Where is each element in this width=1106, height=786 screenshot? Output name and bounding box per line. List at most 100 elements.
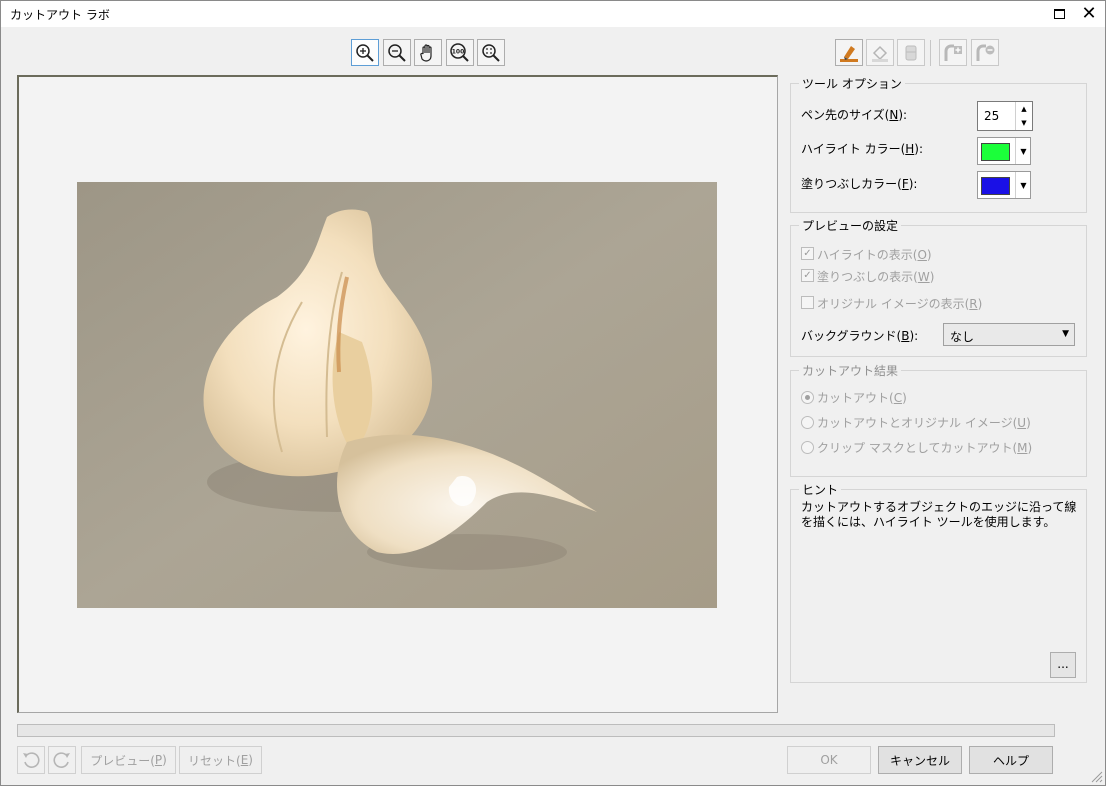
hint-text: カットアウトするオブジェクトのエッジに沿って線を描くには、ハイライト ツールを使…	[801, 500, 1077, 529]
help-button[interactable]: ヘルプ	[969, 746, 1053, 774]
redo-icon	[53, 752, 70, 768]
resize-grip-icon[interactable]	[1089, 769, 1103, 783]
zoom-fit-icon	[482, 43, 500, 62]
title-bar: カットアウト ラボ ✕	[1, 1, 1105, 27]
undo-button[interactable]	[17, 746, 45, 774]
highlight-color-picker[interactable]: ▼	[977, 137, 1031, 165]
clip-mask-key: M	[1017, 441, 1028, 455]
background-key: B	[901, 329, 910, 343]
zoom-out-icon	[388, 43, 406, 62]
fill-bucket-button[interactable]	[866, 39, 894, 66]
close-button[interactable]: ✕	[1074, 1, 1104, 27]
highlighter-icon	[840, 45, 858, 62]
spin-up-button[interactable]: ▲	[1015, 102, 1032, 116]
remove-detail-icon	[976, 44, 995, 61]
zoom-in-button[interactable]	[351, 39, 379, 66]
background-label-text: バックグラウンド(	[801, 329, 902, 343]
eraser-icon	[905, 45, 917, 60]
nib-size-label: ペン先のサイズ(N):	[801, 108, 908, 122]
undo-icon	[23, 752, 40, 768]
highlight-color-key: H	[905, 142, 915, 156]
highlight-color-label-text: ハイライト カラー(	[801, 142, 906, 156]
show-original-label-text: オリジナル イメージの表示(	[817, 297, 970, 311]
pan-hand-icon	[420, 43, 432, 62]
remove-detail-button[interactable]	[971, 39, 999, 66]
svg-text:100: 100	[452, 48, 465, 55]
preview-button-key: P	[154, 753, 163, 767]
show-highlight-label-text: ハイライトの表示(	[817, 248, 918, 262]
redo-button[interactable]	[48, 746, 76, 774]
maximize-icon	[1053, 9, 1065, 19]
clip-mask-radio[interactable]	[801, 441, 814, 454]
fill-color-key: F	[901, 177, 909, 191]
cutout-lab-window: カットアウト ラボ ✕ 100 ツール オプション ペン先のサイズ(N): 25…	[0, 0, 1106, 786]
pan-button[interactable]	[414, 39, 442, 66]
eraser-button[interactable]	[897, 39, 925, 66]
chevron-down-icon[interactable]: ▼	[1015, 172, 1031, 198]
window-title: カットアウト ラボ	[10, 8, 110, 22]
background-value: なし	[950, 330, 975, 344]
add-detail-icon	[944, 44, 962, 61]
reset-button[interactable]: リセット(E)	[179, 746, 262, 774]
show-fill-key: W	[917, 270, 930, 284]
preview-settings-title: プレビューの設定	[799, 217, 902, 234]
fill-color-label: 塗りつぶしカラー(F):	[801, 177, 918, 191]
cutout-result-group: カットアウト結果 カットアウト(C) カットアウトとオリジナル イメージ(U) …	[790, 362, 1087, 477]
nib-size-spinner[interactable]: 25 ▲ ▼	[977, 101, 1033, 131]
hint-title: ヒント	[799, 481, 842, 498]
nib-size-value[interactable]: 25	[984, 109, 999, 123]
zoom-out-button[interactable]	[383, 39, 411, 66]
nib-size-label-text: ペン先のサイズ(	[801, 108, 890, 122]
show-original-label: オリジナル イメージの表示(R)	[817, 297, 983, 311]
spin-down-button[interactable]: ▼	[1015, 116, 1032, 130]
show-original-key: R	[969, 297, 978, 311]
cutout-radio-key: C	[893, 391, 903, 405]
show-fill-label-text: 塗りつぶしの表示(	[817, 270, 918, 284]
highlighter-button[interactable]	[835, 39, 863, 66]
cutout-and-original-key: U	[1017, 416, 1027, 430]
image-canvas[interactable]	[17, 75, 778, 713]
add-detail-button[interactable]	[939, 39, 967, 66]
nib-size-key: N	[889, 108, 899, 122]
ok-button[interactable]: OK	[787, 746, 871, 774]
maximize-button[interactable]	[1044, 1, 1074, 27]
tool-options-title: ツール オプション	[799, 75, 905, 92]
zoom-fit-button[interactable]	[477, 39, 505, 66]
preview-button-label: プレビュー(	[90, 753, 155, 768]
close-icon: ✕	[1081, 3, 1097, 24]
cutout-and-original-radio[interactable]	[801, 416, 814, 429]
cutout-radio[interactable]	[801, 391, 814, 404]
fill-color-label-text: 塗りつぶしカラー(	[801, 177, 902, 191]
highlight-color-label: ハイライト カラー(H):	[801, 142, 924, 156]
more-button[interactable]: ...	[1050, 652, 1076, 678]
show-highlight-key: O	[917, 248, 927, 262]
garlic-photo	[77, 182, 717, 608]
highlight-color-swatch	[981, 143, 1010, 161]
zoom-100-icon: 100	[450, 42, 469, 62]
chevron-down-icon: ▼	[1062, 329, 1069, 339]
progress-bar	[17, 724, 1055, 737]
reset-button-key: E	[240, 753, 249, 767]
clip-mask-label: クリップ マスクとしてカットアウト(M)	[817, 441, 1033, 455]
preview-settings-group: プレビューの設定 ✓ ハイライトの表示(O) ✓ 塗りつぶしの表示(W) オリジ…	[790, 217, 1087, 357]
show-fill-checkbox[interactable]: ✓	[801, 269, 814, 282]
reset-button-label: リセット(	[188, 753, 241, 768]
cancel-button[interactable]: キャンセル	[878, 746, 962, 774]
clip-mask-label-text: クリップ マスクとしてカットアウト(	[817, 441, 1018, 455]
show-highlight-checkbox[interactable]: ✓	[801, 247, 814, 260]
show-original-checkbox[interactable]	[801, 296, 814, 309]
cutout-and-original-label: カットアウトとオリジナル イメージ(U)	[817, 416, 1031, 430]
toolbar-separator	[930, 40, 931, 66]
preview-button[interactable]: プレビュー(P)	[81, 746, 176, 774]
zoom-in-icon	[356, 43, 374, 62]
tool-options-group: ツール オプション ペン先のサイズ(N): 25 ▲ ▼ ハイライト カラー(H…	[790, 75, 1087, 213]
cutout-result-title: カットアウト結果	[799, 362, 902, 379]
fill-color-picker[interactable]: ▼	[977, 171, 1031, 199]
cutout-radio-label: カットアウト(C)	[817, 391, 907, 405]
background-select[interactable]: なし ▼	[943, 323, 1075, 346]
cutout-radio-label-text: カットアウト(	[817, 391, 894, 405]
fill-bucket-icon	[872, 45, 888, 62]
zoom-100-button[interactable]: 100	[446, 39, 474, 66]
show-fill-label: 塗りつぶしの表示(W)	[817, 270, 935, 284]
chevron-down-icon[interactable]: ▼	[1015, 138, 1031, 164]
